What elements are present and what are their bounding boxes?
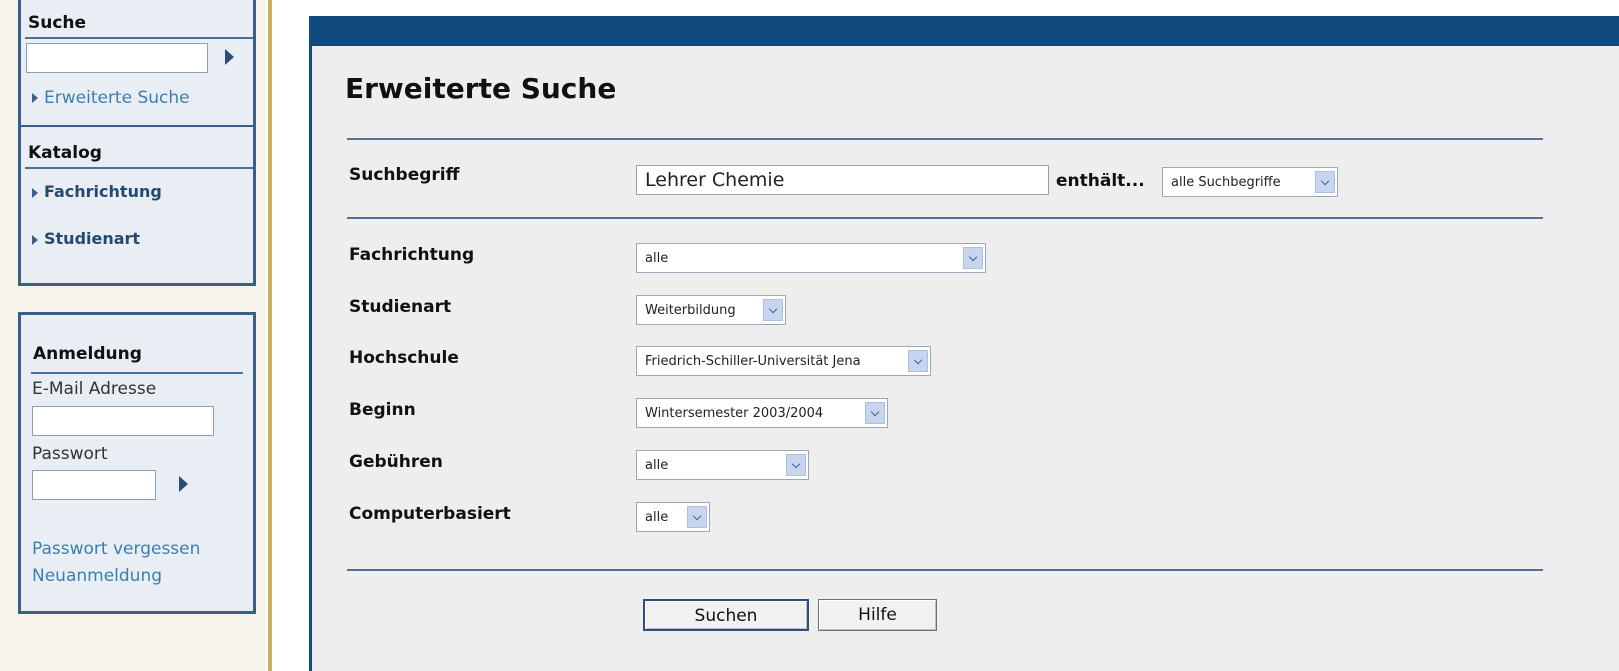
password-field[interactable] [32, 470, 156, 500]
catalog-item-fachrichtung[interactable]: Fachrichtung [32, 182, 162, 201]
chevron-down-icon: ⌵ [1315, 171, 1335, 193]
chevron-down-icon: ⌵ [963, 247, 983, 269]
divider [25, 167, 253, 169]
divider [21, 125, 253, 127]
contains-label: enthält... [1056, 171, 1145, 191]
chevron-down-icon: ⌵ [865, 402, 885, 424]
divider [25, 37, 253, 39]
fachrichtung-select[interactable]: alle ⌵ [636, 243, 986, 273]
quick-search-input[interactable] [26, 43, 208, 73]
chevron-down-icon: ⌵ [687, 506, 707, 528]
search-term-label: Suchbegriff [349, 165, 460, 185]
gebuehren-label: Gebühren [349, 452, 443, 472]
chevron-down-icon: ⌵ [763, 299, 783, 321]
hochschule-label: Hochschule [349, 348, 459, 368]
page-title: Erweiterte Suche [345, 72, 617, 105]
login-section-title: Anmeldung [33, 344, 142, 364]
password-label: Passwort [32, 444, 108, 464]
computerbasiert-label: Computerbasiert [349, 504, 511, 524]
login-go-icon[interactable] [179, 476, 188, 492]
divider [31, 372, 243, 374]
bullet-arrow-icon [32, 187, 38, 198]
register-link[interactable]: Neuanmeldung [32, 566, 162, 586]
divider [347, 138, 1543, 140]
chevron-down-icon: ⌵ [786, 454, 806, 476]
studienart-label: Studienart [349, 297, 452, 317]
search-section-title: Suche [28, 13, 87, 33]
divider [347, 217, 1543, 219]
divider [347, 569, 1543, 571]
email-label: E-Mail Adresse [32, 379, 157, 399]
main-panel [309, 16, 1619, 671]
email-field[interactable] [32, 406, 214, 436]
bullet-arrow-icon [32, 93, 38, 103]
sidebar-search-catalog-box: Suche Erweiterte Suche Katalog Fachricht… [18, 0, 256, 286]
chevron-down-icon: ⌵ [908, 350, 928, 372]
catalog-item-studienart[interactable]: Studienart [32, 229, 140, 248]
search-mode-select[interactable]: alle Suchbegriffe ⌵ [1162, 167, 1338, 197]
sidebar-divider [268, 0, 272, 671]
header-bar [309, 16, 1619, 46]
fachrichtung-label: Fachrichtung [349, 245, 475, 265]
beginn-label: Beginn [349, 400, 416, 420]
studienart-select[interactable]: Weiterbildung ⌵ [636, 295, 786, 325]
beginn-select[interactable]: Wintersemester 2003/2004 ⌵ [636, 398, 888, 428]
help-button[interactable]: Hilfe [818, 599, 937, 631]
forgot-password-link[interactable]: Passwort vergessen [32, 539, 200, 559]
login-box: Anmeldung E-Mail Adresse Passwort Passwo… [18, 312, 256, 614]
catalog-section-title: Katalog [28, 143, 102, 163]
quick-search-go-icon[interactable] [225, 49, 234, 65]
search-button[interactable]: Suchen [643, 599, 809, 631]
bullet-arrow-icon [32, 234, 38, 245]
search-term-input[interactable]: Lehrer Chemie [636, 165, 1049, 195]
advanced-search-link[interactable]: Erweiterte Suche [32, 88, 190, 108]
computerbasiert-select[interactable]: alle ⌵ [636, 502, 710, 532]
gebuehren-select[interactable]: alle ⌵ [636, 450, 809, 480]
hochschule-select[interactable]: Friedrich-Schiller-Universität Jena ⌵ [636, 346, 931, 376]
